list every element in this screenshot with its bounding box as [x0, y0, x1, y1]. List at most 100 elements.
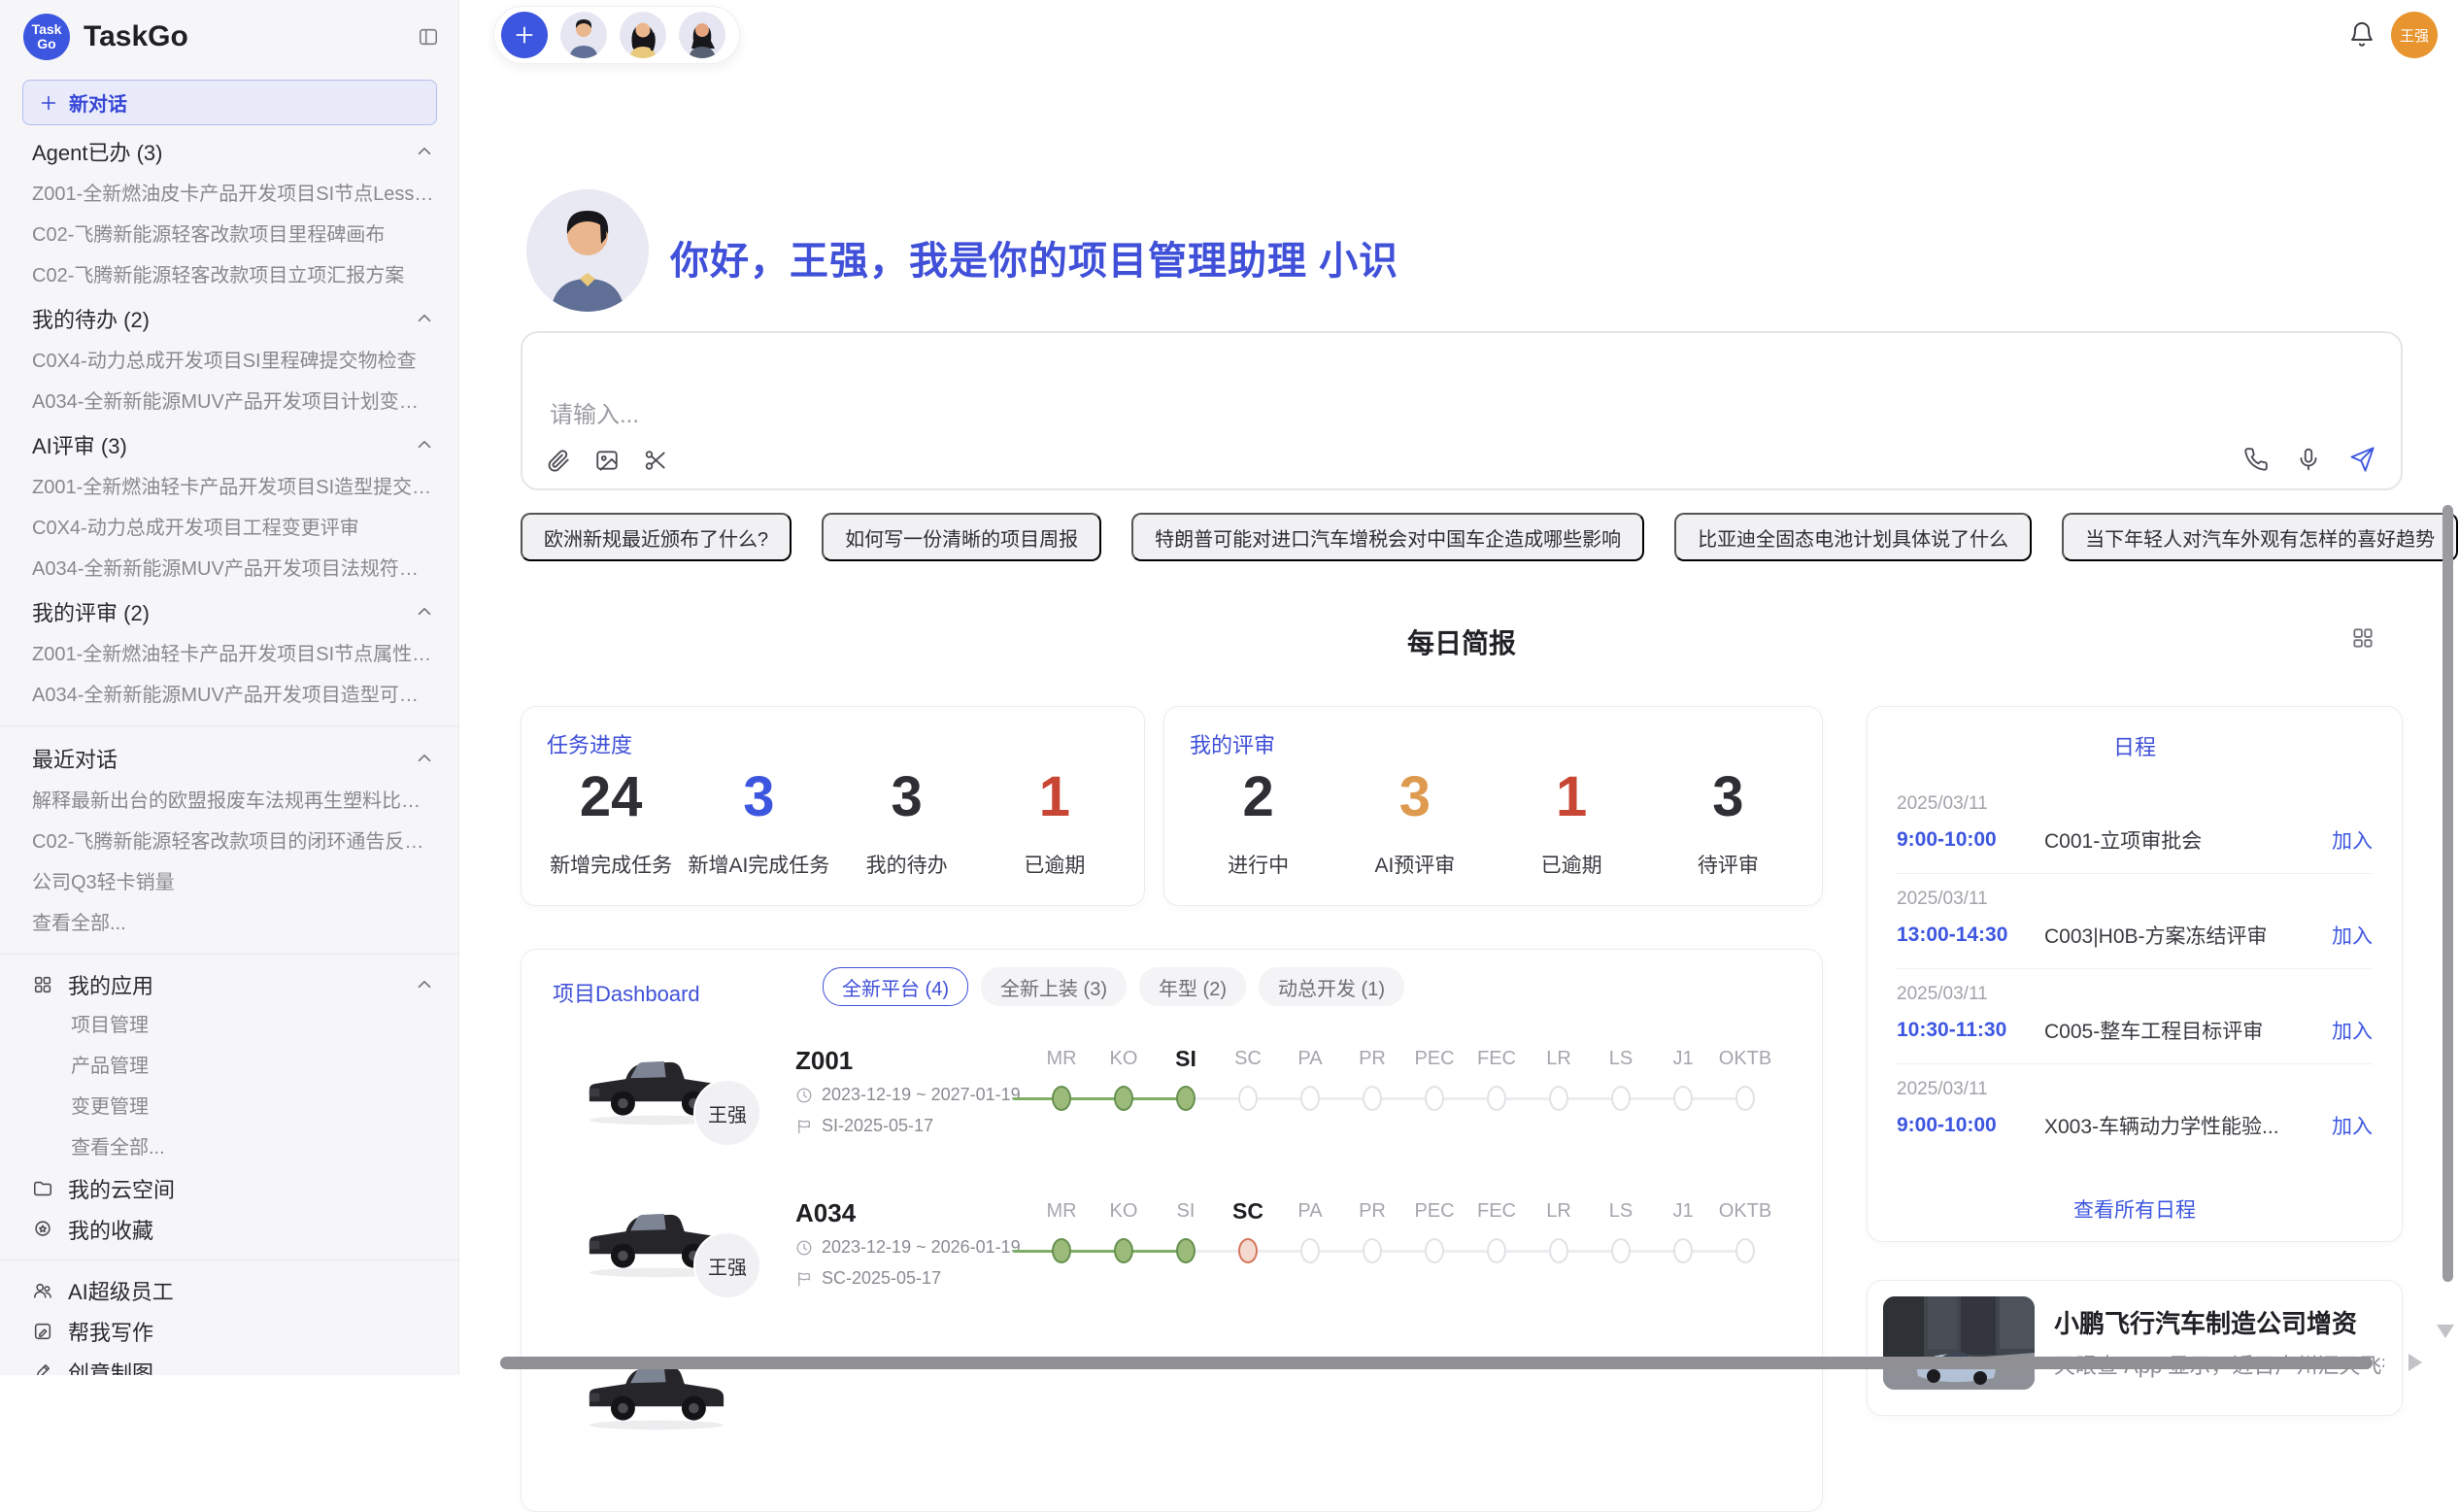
sidebar-item[interactable]: Z001-全新燃油轻卡产品开发项目SI造型提交物评审	[32, 467, 435, 508]
plus-icon	[38, 92, 59, 114]
app-sub-item[interactable]: 项目管理	[32, 1005, 435, 1046]
milestone-dot[interactable]	[1549, 1086, 1568, 1111]
milestone-dot[interactable]	[1300, 1238, 1320, 1263]
sidebar-item[interactable]: C02-飞腾新能源轻客改款项目里程碑画布	[32, 215, 435, 255]
send-icon[interactable]	[2348, 446, 2375, 473]
milestone-dot[interactable]	[1611, 1238, 1631, 1263]
join-meeting-link[interactable]: 加入	[2332, 1111, 2373, 1140]
image-icon[interactable]	[594, 448, 620, 473]
recent-conversation-item[interactable]: 解释最新出台的欧盟报废车法规再生塑料比例被调至15%...	[32, 781, 435, 822]
sidebar-item[interactable]: A034-全新新能源MUV产品开发项目法规符合性评审	[32, 549, 435, 589]
collapse-sidebar-icon[interactable]	[418, 26, 439, 48]
milestone-dot[interactable]	[1176, 1086, 1196, 1111]
join-meeting-link[interactable]: 加入	[2332, 825, 2373, 855]
sidebar-item-my-apps[interactable]: 我的应用	[32, 964, 435, 1005]
add-member-button[interactable]	[501, 12, 548, 58]
event-main: 9:00-10:00C001-立项审批会加入	[1897, 825, 2373, 855]
sidebar-section-title[interactable]: 我的待办 (2)	[32, 296, 435, 341]
event-time: 9:00-10:00	[1897, 1114, 2044, 1137]
sidebar-item-write[interactable]: 帮我写作	[32, 1311, 435, 1352]
suggestion-chip[interactable]: 当下年轻人对汽车外观有怎样的喜好趋势	[2062, 513, 2458, 561]
teammate-avatar-3[interactable]	[679, 12, 725, 58]
app-sub-item[interactable]: 查看全部...	[32, 1127, 435, 1168]
sidebar-item[interactable]: Z001-全新燃油轻卡产品开发项目SI节点属性5D文件评审	[32, 634, 435, 675]
milestone-label: PEC	[1403, 1196, 1465, 1226]
milestone-dot[interactable]	[1363, 1238, 1382, 1263]
milestone-dot[interactable]	[1487, 1238, 1506, 1263]
sidebar-item[interactable]: C0X4-动力总成开发项目SI里程碑提交物检查	[32, 341, 435, 382]
sidebar-item-folder[interactable]: 我的云空间	[32, 1168, 435, 1209]
sidebar-item[interactable]: C02-飞腾新能源轻客改款项目立项汇报方案	[32, 255, 435, 296]
user-avatar[interactable]: 王强	[2391, 12, 2438, 58]
flag-icon	[795, 1118, 813, 1135]
milestone-ko: KO	[1093, 1196, 1155, 1263]
event-main: 13:00-14:30C003|H0B-方案冻结评审加入	[1897, 921, 2373, 950]
chevron-up-icon	[414, 308, 435, 329]
horizontal-scrollbar[interactable]	[500, 1357, 2373, 1369]
notification-bell-icon[interactable]	[2348, 20, 2375, 48]
dashboard-title: 项目Dashboard	[553, 977, 700, 1008]
phone-icon[interactable]	[2243, 447, 2269, 472]
layout-grid-icon[interactable]	[2350, 625, 2375, 651]
scroll-right-arrow[interactable]	[2408, 1354, 2422, 1371]
sidebar-item-star-badge[interactable]: 我的收藏	[32, 1209, 435, 1250]
clock-icon	[795, 1087, 813, 1104]
milestone-dot[interactable]	[1425, 1086, 1444, 1111]
sidebar-item[interactable]: C0X4-动力总成开发项目工程变更评审	[32, 508, 435, 549]
milestone-dot[interactable]	[1735, 1238, 1755, 1263]
dashboard-tab[interactable]: 全新平台 (4)	[823, 967, 968, 1006]
sidebar-section-title[interactable]: AI评审 (3)	[32, 422, 435, 467]
join-meeting-link[interactable]: 加入	[2332, 921, 2373, 950]
app-sub-item[interactable]: 变更管理	[32, 1087, 435, 1127]
vertical-scrollbar[interactable]	[2442, 505, 2453, 1282]
sidebar-section-title[interactable]: Agent已办 (3)	[32, 129, 435, 174]
teammate-avatar-2[interactable]	[620, 12, 666, 58]
milestone-dot[interactable]	[1611, 1086, 1631, 1111]
attachment-icon[interactable]	[546, 448, 571, 473]
milestone-dot[interactable]	[1363, 1086, 1382, 1111]
sidebar-section-title[interactable]: 我的评审 (2)	[32, 589, 435, 634]
milestone-dot[interactable]	[1487, 1086, 1506, 1111]
suggestion-chip[interactable]: 比亚迪全固态电池计划具体说了什么	[1674, 513, 2032, 561]
suggestion-chips: 欧洲新规最近颁布了什么? 如何写一份清晰的项目周报特朗普可能对进口汽车增税会对中国…	[521, 513, 2405, 561]
milestone-dot[interactable]	[1238, 1086, 1258, 1111]
mic-icon[interactable]	[2296, 447, 2321, 472]
news-card[interactable]: 小鹏飞行汽车制造公司增资 天眼查 App 显示，近日广州汇天飞行汽...	[1867, 1280, 2403, 1416]
teammate-avatar-1[interactable]	[560, 12, 607, 58]
milestone-dot[interactable]	[1114, 1086, 1133, 1111]
sidebar-section-title[interactable]: 最近对话	[32, 736, 435, 781]
milestone-dot[interactable]	[1300, 1086, 1320, 1111]
recent-conversation-item[interactable]: C02-飞腾新能源轻客改款项目的闭环通告反馈情况	[32, 822, 435, 862]
scroll-down-arrow[interactable]	[2437, 1325, 2454, 1338]
dashboard-tab[interactable]: 年型 (2)	[1139, 967, 1246, 1006]
recent-conversation-item[interactable]: 公司Q3轻卡销量	[32, 862, 435, 903]
milestone-dot[interactable]	[1549, 1238, 1568, 1263]
recent-conversation-item[interactable]: 查看全部...	[32, 903, 435, 944]
sidebar-item[interactable]: Z001-全新燃油皮卡产品开发项目SI节点Lesson Learn报告	[32, 174, 435, 215]
suggestion-chip[interactable]: 如何写一份清晰的项目周报	[822, 513, 1101, 561]
milestone-dot[interactable]	[1238, 1238, 1258, 1263]
new-chat-button[interactable]: 新对话	[22, 80, 437, 125]
milestone-dot[interactable]	[1425, 1238, 1444, 1263]
app-sub-item[interactable]: 产品管理	[32, 1046, 435, 1087]
scissors-icon[interactable]	[643, 448, 668, 473]
milestone-dot[interactable]	[1673, 1086, 1693, 1111]
milestone-dot[interactable]	[1114, 1238, 1133, 1263]
message-input[interactable]: 请输入...	[521, 331, 2403, 490]
dashboard-tab[interactable]: 动总开发 (1)	[1259, 967, 1404, 1006]
project-row: 王强A0342023-12-19 ~ 2026-01-19SC-2025-05-…	[522, 1173, 1822, 1326]
milestone-dot[interactable]	[1176, 1238, 1196, 1263]
dashboard-tab[interactable]: 全新上装 (3)	[981, 967, 1127, 1006]
milestone-dot[interactable]	[1052, 1238, 1071, 1263]
milestone-dot[interactable]	[1735, 1086, 1755, 1111]
sidebar-item-pen[interactable]: 创意制图	[32, 1352, 435, 1375]
suggestion-chip[interactable]: 特朗普可能对进口汽车增税会对中国车企造成哪些影响	[1131, 513, 1644, 561]
sidebar-item[interactable]: A034-全新新能源MUV产品开发项目造型可行性评审	[32, 675, 435, 716]
milestone-dot[interactable]	[1673, 1238, 1693, 1263]
sidebar-item[interactable]: A034-全新新能源MUV产品开发项目计划变更表编写	[32, 382, 435, 422]
view-all-schedule-link[interactable]: 查看所有日程	[1868, 1194, 2402, 1224]
sidebar-item-people[interactable]: AI超级员工	[32, 1270, 435, 1311]
suggestion-chip[interactable]: 欧洲新规最近颁布了什么?	[521, 513, 792, 561]
milestone-dot[interactable]	[1052, 1086, 1071, 1111]
join-meeting-link[interactable]: 加入	[2332, 1016, 2373, 1045]
